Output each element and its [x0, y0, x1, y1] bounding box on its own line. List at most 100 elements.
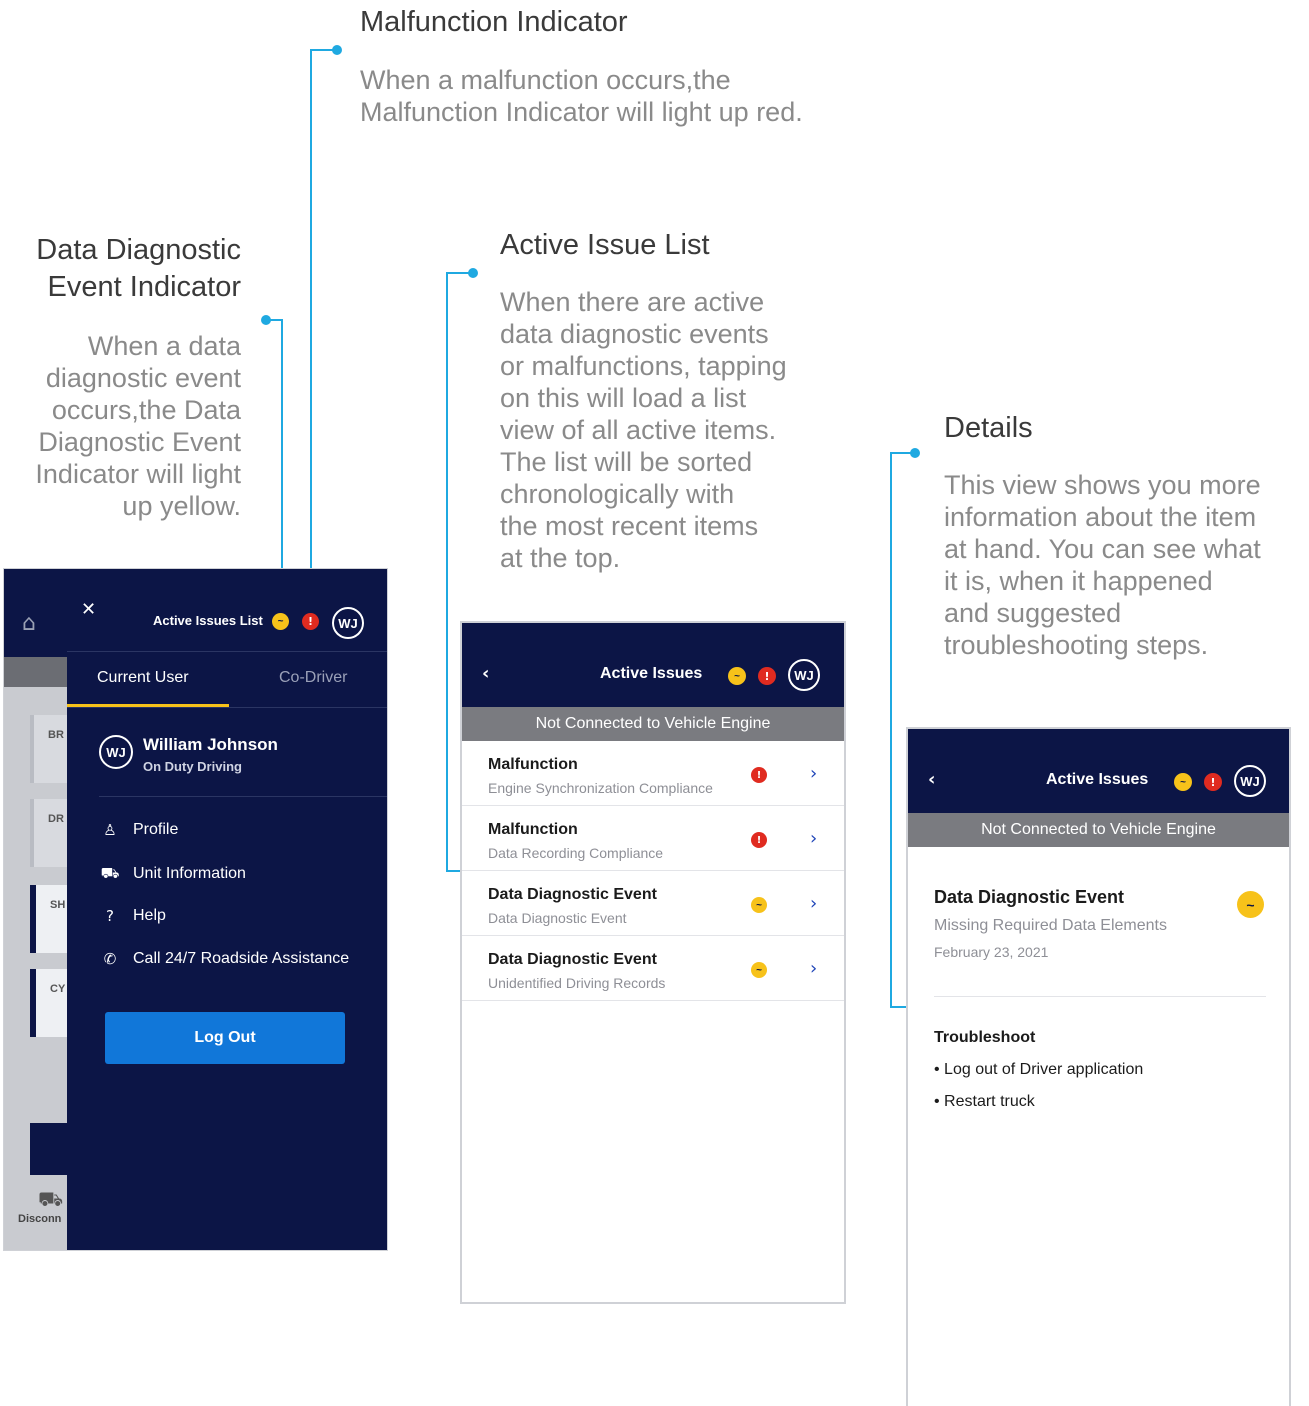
active-issues-list-link[interactable]: Active Issues List	[153, 613, 263, 628]
list-item-title: Data Diagnostic Event	[488, 951, 657, 968]
dde-icon: ~	[751, 962, 767, 978]
phone-issue-detail-screen: ‹ Active Issues ~ ! WJ Not Connected to …	[906, 727, 1291, 1406]
details-annotation-line: troubleshooting steps.	[944, 630, 1209, 660]
disconnect-label: Disconn	[18, 1213, 62, 1225]
malfunction-indicator-icon[interactable]: !	[302, 613, 319, 630]
troubleshoot-step: • Restart truck	[934, 1093, 1035, 1110]
active-list-annotation-title: Active Issue List	[500, 229, 710, 261]
screen-header: ‹ Active Issues ~ ! WJ	[908, 729, 1289, 813]
chevron-right-icon: ›	[810, 958, 818, 979]
troubleshoot-step: • Log out of Driver application	[934, 1061, 1144, 1078]
phone-active-issues-screen: ‹ Active Issues ~ ! WJ Not Connected to …	[460, 621, 846, 1304]
detail-title: Data Diagnostic Event	[934, 887, 1125, 907]
list-item-subtitle: Data Diagnostic Event	[488, 910, 627, 926]
dde-annotation-line: Diagnostic Event	[38, 427, 241, 457]
dde-indicator-icon[interactable]: ~	[272, 613, 289, 630]
details-annotation-line: information about the item	[944, 502, 1257, 532]
list-item[interactable]: Data Diagnostic Event Unidentified Drivi…	[462, 936, 844, 1001]
background-card-label: DR	[48, 813, 64, 825]
active-list-annotation-line: chronologically with	[500, 479, 735, 509]
active-list-annotation-line: on this will load a list	[500, 383, 747, 413]
page-title: Active Issues	[1046, 771, 1149, 788]
chevron-right-icon: ›	[810, 763, 818, 784]
back-icon[interactable]: ‹	[928, 769, 935, 790]
avatar[interactable]: WJ	[332, 607, 364, 639]
avatar[interactable]: WJ	[1234, 765, 1266, 797]
malfunction-callout-line	[310, 49, 312, 601]
list-item-title: Malfunction	[488, 756, 578, 773]
active-list-callout-line	[446, 272, 472, 274]
dde-indicator-icon[interactable]: ~	[1174, 773, 1192, 791]
active-list-annotation-line: data diagnostic events	[500, 319, 769, 349]
details-annotation-line: This view shows you more	[944, 470, 1261, 500]
divider	[67, 651, 387, 652]
menu-item-label: Profile	[133, 821, 179, 838]
list-item-subtitle: Unidentified Driving Records	[488, 975, 666, 991]
home-icon[interactable]: ⌂	[22, 611, 48, 636]
active-list-annotation-line: at the top.	[500, 543, 621, 573]
menu-item-label: Call 24/7 Roadside Assistance	[133, 950, 350, 967]
details-annotation-line: at hand. You can see what	[944, 534, 1261, 564]
detail-date: February 23, 2021	[934, 944, 1049, 960]
list-item-title: Data Diagnostic Event	[488, 886, 657, 903]
phone-icon: ✆	[103, 950, 117, 968]
connection-status-banner: Not Connected to Vehicle Engine	[462, 707, 844, 741]
malfunction-icon: !	[751, 767, 767, 783]
screen-header: ‹ Active Issues ~ ! WJ	[462, 623, 844, 707]
truck-icon: ⛟	[100, 864, 120, 882]
dde-annotation-body: When a data diagnostic event occurs,the …	[0, 330, 241, 522]
dde-annotation-title-line: Data Diagnostic	[36, 234, 241, 266]
malfunction-annotation-line: Malfunction Indicator will light up red.	[360, 97, 803, 127]
menu-item-help[interactable]: ? Help	[99, 907, 166, 925]
details-callout-line	[890, 452, 892, 1008]
dde-annotation-line: up yellow.	[122, 491, 241, 521]
malfunction-indicator-icon[interactable]: !	[758, 667, 776, 685]
list-item-subtitle: Engine Synchronization Compliance	[488, 780, 713, 796]
malfunction-annotation-line: When a malfunction occurs,the	[360, 65, 731, 95]
list-item[interactable]: Data Diagnostic Event Data Diagnostic Ev…	[462, 871, 844, 936]
list-item[interactable]: Malfunction Data Recording Compliance ! …	[462, 806, 844, 871]
dde-icon: ~	[1237, 891, 1264, 918]
malfunction-callout-line	[310, 49, 336, 51]
malfunction-annotation-body: When a malfunction occurs,the Malfunctio…	[360, 64, 803, 128]
chevron-right-icon: ›	[810, 893, 818, 914]
close-icon[interactable]: ✕	[81, 599, 96, 620]
dde-annotation-line: When a data	[87, 331, 241, 361]
menu-item-unit-information[interactable]: ⛟ Unit Information	[99, 864, 246, 884]
phone-drawer-screen: ⌂ BR DR SH CY ⛟ Disconn ✕ Active Issues …	[3, 568, 388, 1251]
details-callout-line	[890, 452, 914, 454]
troubleshoot-heading: Troubleshoot	[934, 1029, 1036, 1046]
dde-annotation-title-line: Event Indicator	[47, 271, 241, 303]
user-name: William Johnson	[143, 735, 278, 754]
truck-icon: ⛟	[38, 1187, 64, 1211]
malfunction-icon: !	[751, 832, 767, 848]
back-icon[interactable]: ‹	[482, 663, 489, 684]
malfunction-indicator-icon[interactable]: !	[1204, 773, 1222, 791]
dde-annotation-title: Data Diagnostic Event Indicator	[0, 232, 241, 306]
dde-callout-line	[281, 319, 283, 603]
dde-annotation-line: diagnostic event	[45, 363, 241, 393]
details-annotation-line: it is, when it happened	[944, 566, 1213, 596]
active-list-annotation-line: The list will be sorted	[500, 447, 753, 477]
dde-indicator-icon[interactable]: ~	[728, 667, 746, 685]
tab-current-user[interactable]: Current User	[97, 669, 189, 687]
dde-icon: ~	[751, 897, 767, 913]
menu-item-roadside-assistance[interactable]: ✆ Call 24/7 Roadside Assistance	[99, 950, 349, 968]
details-annotation-line: and suggested	[944, 598, 1122, 628]
log-out-button[interactable]: Log Out	[105, 1012, 345, 1064]
active-list-annotation-line: When there are active	[500, 287, 765, 317]
tab-co-driver[interactable]: Co-Driver	[279, 669, 347, 687]
dde-annotation-line: Indicator will light	[35, 459, 241, 489]
list-item[interactable]: Malfunction Engine Synchronization Compl…	[462, 741, 844, 806]
connection-status-banner: Not Connected to Vehicle Engine	[908, 813, 1289, 847]
menu-item-profile[interactable]: ♙ Profile	[99, 821, 178, 839]
person-icon: ♙	[103, 821, 117, 839]
background-card-label: BR	[48, 729, 64, 741]
active-list-annotation-line: the most recent items	[500, 511, 759, 541]
divider	[934, 996, 1266, 997]
menu-item-label: Unit Information	[133, 865, 246, 882]
active-list-annotation-line: view of all active items.	[500, 415, 777, 445]
menu-item-label: Help	[133, 907, 166, 924]
help-icon: ?	[106, 907, 114, 925]
avatar[interactable]: WJ	[788, 659, 820, 691]
